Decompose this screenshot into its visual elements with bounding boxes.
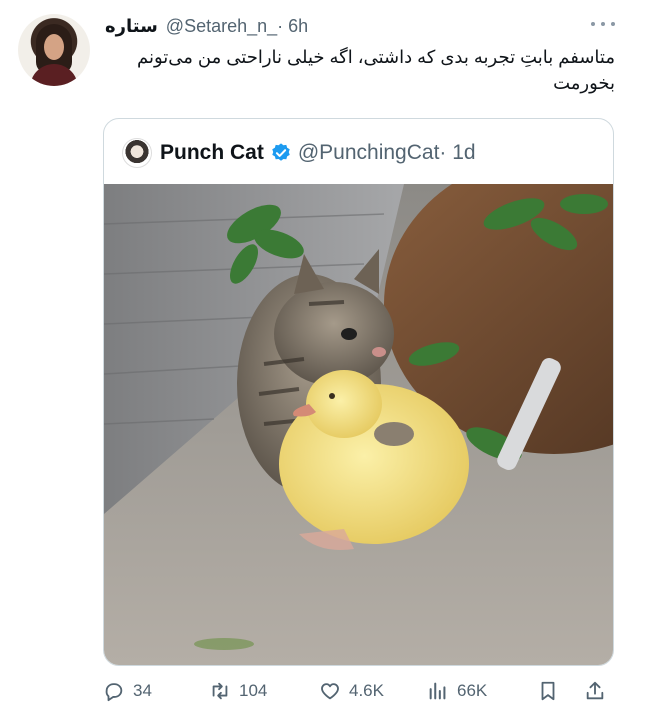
reply-icon	[105, 683, 123, 702]
tweet-header: ستاره @Setareh_n_ · 6h	[105, 14, 615, 38]
reply-button[interactable]: 34	[103, 676, 152, 706]
share-icon	[586, 681, 604, 700]
quoted-author-avatar	[122, 138, 152, 168]
quoted-tweet-header: Punch Cat @PunchingCat · 1d	[122, 138, 476, 168]
heart-icon	[321, 683, 339, 700]
bookmark-icon	[541, 681, 555, 701]
more-options-icon[interactable]	[591, 14, 615, 34]
verified-badge-icon	[272, 143, 290, 161]
like-button[interactable]: 4.6K	[319, 676, 384, 706]
views-count: 66K	[457, 681, 488, 700]
reply-count: 34	[133, 681, 152, 700]
quoted-author-handle: @PunchingCat	[297, 141, 440, 164]
retweet-button[interactable]: 104	[209, 676, 267, 706]
like-count: 4.6K	[349, 681, 384, 700]
avatar-face	[44, 34, 64, 60]
quoted-author-name: Punch Cat	[160, 141, 264, 164]
author-avatar[interactable]	[18, 14, 90, 86]
retweet-icon	[212, 682, 228, 700]
tweet-actions: 34 104 4.6K 66K	[103, 676, 614, 706]
quoted-tweet-time: · 1d	[439, 141, 476, 164]
author-handle[interactable]: @Setareh_n_	[166, 16, 277, 37]
retweet-count: 104	[239, 681, 268, 700]
views-chart-icon	[429, 682, 446, 700]
author-name[interactable]: ستاره	[105, 16, 158, 37]
tweet-time[interactable]: · 6h	[277, 16, 308, 37]
bookmark-button[interactable]	[537, 676, 567, 706]
views-button[interactable]: 66K	[427, 676, 487, 706]
quoted-tweet-photo[interactable]	[104, 184, 613, 665]
share-button[interactable]	[584, 676, 614, 706]
quoted-tweet[interactable]: Punch Cat @PunchingCat · 1d	[103, 118, 614, 666]
tweet-text: متاسفم بابتِ تجربه بدی که داشتی، اگه خیل…	[136, 47, 615, 93]
